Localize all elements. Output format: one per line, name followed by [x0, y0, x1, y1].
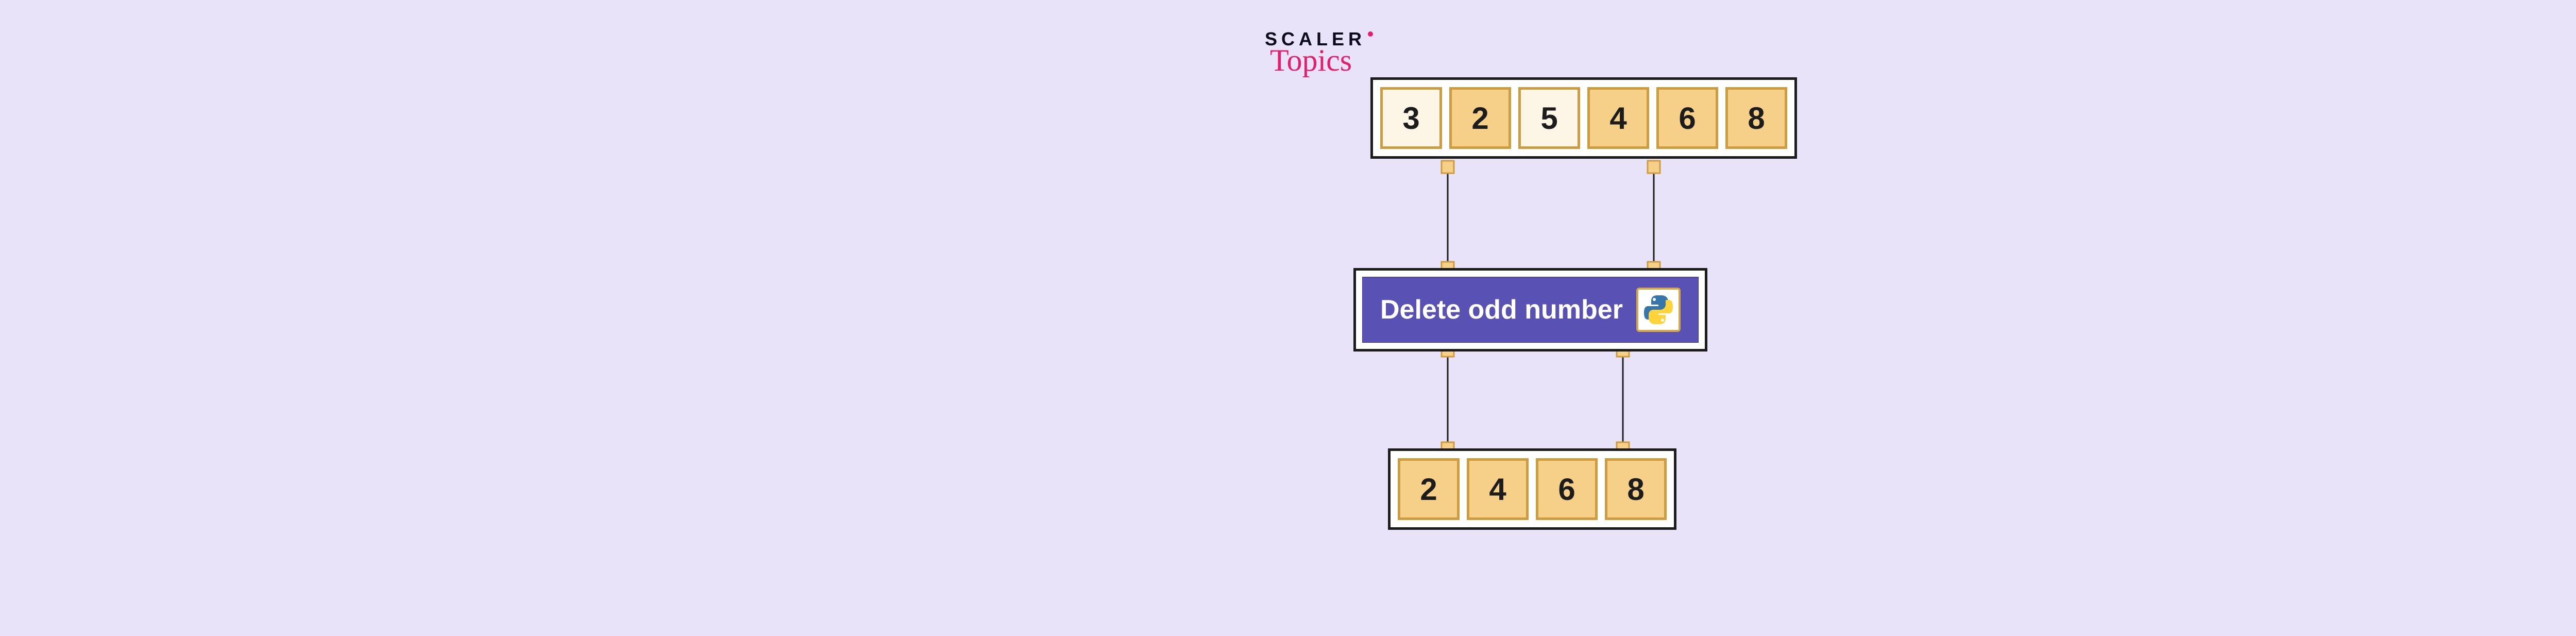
cell-value: 3 — [1402, 101, 1419, 136]
cell-value: 6 — [1558, 472, 1575, 507]
output-array: 2 4 6 8 — [1388, 448, 1676, 530]
brand-logo: SCALER Topics — [1265, 28, 1373, 78]
connector-node-icon — [1648, 161, 1660, 173]
array-cell: 4 — [1467, 458, 1529, 520]
operation-box: Delete odd number — [1353, 268, 1707, 352]
operation-label: Delete odd number — [1380, 294, 1623, 325]
connector-node-icon — [1442, 161, 1454, 173]
array-cell: 3 — [1380, 87, 1442, 149]
array-cell: 6 — [1536, 458, 1598, 520]
array-cell: 2 — [1398, 458, 1460, 520]
cell-value: 8 — [1627, 472, 1644, 507]
array-cell: 8 — [1725, 87, 1787, 149]
cell-value: 6 — [1679, 101, 1696, 136]
cell-value: 4 — [1609, 101, 1626, 136]
python-logo-icon — [1636, 288, 1681, 332]
cell-value: 4 — [1489, 472, 1506, 507]
array-cell: 6 — [1656, 87, 1718, 149]
cell-value: 2 — [1420, 472, 1437, 507]
array-cell: 4 — [1587, 87, 1649, 149]
array-cell: 5 — [1518, 87, 1580, 149]
cell-value: 8 — [1748, 101, 1765, 136]
array-cell: 2 — [1449, 87, 1511, 149]
cell-value: 5 — [1540, 101, 1557, 136]
operation-inner: Delete odd number — [1362, 277, 1699, 343]
input-array: 3 2 5 4 6 8 — [1370, 77, 1797, 159]
brand-logo-dot — [1368, 31, 1373, 37]
array-cell: 8 — [1605, 458, 1667, 520]
cell-value: 2 — [1471, 101, 1488, 136]
